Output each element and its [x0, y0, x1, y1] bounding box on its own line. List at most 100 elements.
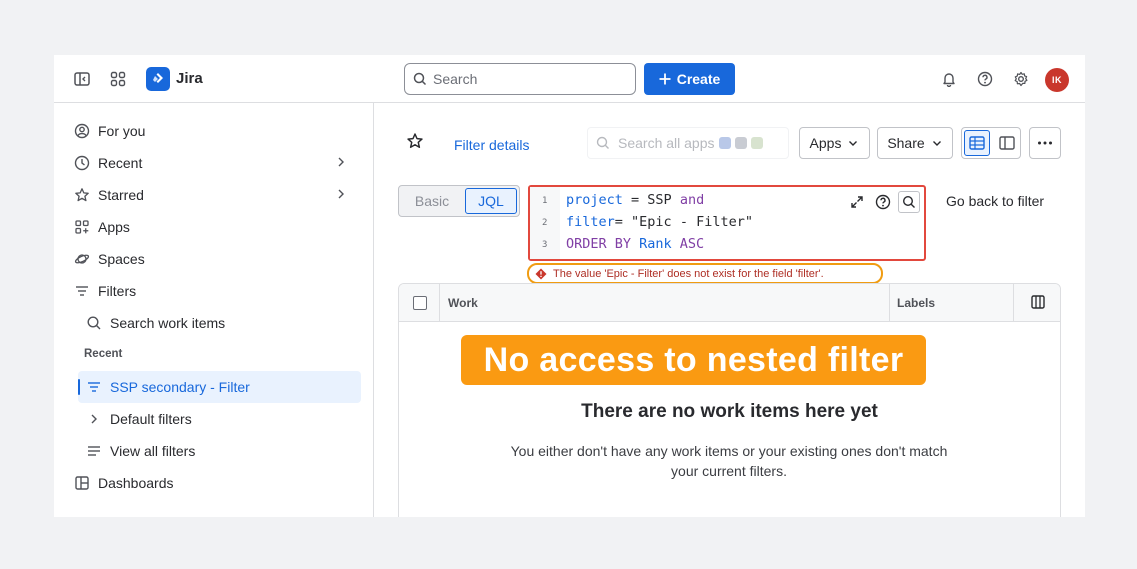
help-icon[interactable] — [872, 191, 894, 213]
column-header-work[interactable]: Work — [448, 296, 478, 310]
app-window: Jira Search Create IK For you Recent Sta… — [54, 55, 1085, 517]
expand-icon[interactable] — [846, 191, 868, 213]
jql-field: Rank — [639, 236, 680, 252]
search-icon — [596, 136, 609, 149]
search-icon — [413, 72, 427, 86]
create-button[interactable]: Create — [644, 63, 735, 95]
sidebar-item-for-you[interactable]: For you — [70, 115, 360, 147]
chevron-down-icon — [849, 141, 858, 146]
search-input[interactable]: Search — [404, 63, 636, 95]
code-line: filter= "Epic - Filter" — [566, 214, 753, 230]
sidebar-item-label: SSP secondary - Filter — [110, 379, 250, 395]
create-label: Create — [676, 71, 721, 87]
sidebar-item-default-filters[interactable]: Default filters — [82, 403, 360, 435]
sidebar-item-label: Spaces — [98, 251, 145, 267]
app-name[interactable]: Jira — [176, 70, 203, 87]
sidebar-item-label: For you — [98, 123, 146, 139]
sidebar-item-ssp-secondary-filter[interactable]: SSP secondary - Filter — [82, 371, 360, 403]
jql-keyword: and — [679, 192, 705, 208]
error-icon — [535, 268, 547, 279]
chevron-right-icon[interactable] — [82, 407, 106, 431]
recent-filters-heading: Recent — [84, 348, 123, 360]
jql-editor[interactable]: 1 2 3 project = SSP and filter= "Epic - … — [528, 185, 926, 261]
confluence-app-icon — [718, 137, 731, 149]
github-app-icon — [734, 137, 747, 149]
jql-operator: = — [614, 214, 632, 230]
app-switcher-icon[interactable] — [104, 65, 132, 93]
sidebar-item-view-all-filters[interactable]: View all filters — [82, 435, 360, 467]
sidebar-item-search-work-items[interactable]: Search work items — [82, 307, 360, 339]
column-header-labels[interactable]: Labels — [897, 296, 935, 310]
sidebar-item-dashboards[interactable]: Dashboards — [70, 467, 360, 499]
chevron-down-icon — [932, 141, 941, 146]
bell-icon[interactable] — [935, 65, 963, 93]
filter-icon — [82, 375, 106, 399]
sidebar-toggle-icon[interactable] — [68, 65, 96, 93]
jql-field: filter — [566, 214, 615, 230]
jql-value: SSP — [647, 192, 680, 208]
jql-operator: = — [622, 192, 648, 208]
sidebar-item-apps[interactable]: Apps — [70, 211, 360, 243]
sidebar-item-filters[interactable]: Filters — [70, 275, 360, 307]
sidebar: For you Recent Starred Apps Spaces Filte… — [54, 103, 374, 517]
apps-dropdown-button[interactable]: Apps — [799, 127, 870, 159]
empty-state-description: You either don't have any work items or … — [510, 443, 948, 479]
plus-icon — [659, 73, 671, 85]
apps-button-label: Apps — [809, 135, 842, 151]
share-button[interactable]: Share — [877, 127, 953, 159]
column-divider — [1013, 284, 1014, 322]
sidebar-item-starred[interactable]: Starred — [70, 179, 360, 211]
jql-keyword: ASC — [679, 236, 705, 252]
sidebar-item-label: View all filters — [110, 443, 196, 459]
jql-value: "Epic - Filter" — [631, 214, 753, 230]
dashboard-icon — [70, 471, 94, 495]
sidebar-item-spaces[interactable]: Spaces — [70, 243, 360, 275]
empty-state-title: There are no work items here yet — [581, 401, 878, 422]
filter-details-link[interactable]: Filter details — [454, 137, 529, 153]
star-filter-icon[interactable] — [406, 132, 424, 153]
filter-icon — [70, 279, 94, 303]
jql-mode-tab[interactable]: JQL — [465, 188, 517, 214]
jira-logo-icon[interactable] — [146, 67, 170, 91]
column-divider — [439, 284, 440, 322]
go-back-to-filter-link[interactable]: Go back to filter — [946, 193, 1044, 209]
apps-search-input[interactable]: Search all apps — [587, 127, 789, 159]
search-icon — [82, 311, 106, 335]
user-circle-icon — [70, 119, 94, 143]
code-line: project = SSP and — [566, 192, 704, 208]
chevron-right-icon[interactable] — [334, 155, 348, 172]
line-number: 2 — [542, 218, 548, 228]
column-divider — [889, 284, 890, 322]
jql-keyword: ORDER BY — [566, 236, 640, 252]
sidebar-item-label: Starred — [98, 187, 144, 203]
share-button-label: Share — [887, 135, 925, 151]
drive-app-icon — [750, 137, 763, 149]
line-number: 3 — [542, 240, 548, 250]
view-toggle — [961, 127, 1021, 159]
more-options-icon[interactable] — [1029, 127, 1061, 159]
select-all-checkbox[interactable] — [413, 296, 427, 310]
jql-field: project — [566, 192, 623, 208]
sidebar-item-label: Recent — [98, 155, 143, 171]
sidebar-item-recent[interactable]: Recent — [70, 147, 360, 179]
chevron-right-icon[interactable] — [334, 187, 348, 204]
code-line: ORDER BY Rank ASC — [566, 236, 704, 252]
gear-icon[interactable] — [1007, 65, 1035, 93]
run-search-icon[interactable] — [898, 191, 920, 213]
clock-icon — [70, 151, 94, 175]
help-icon[interactable] — [971, 65, 999, 93]
search-placeholder: Search — [433, 71, 478, 87]
apps-search-placeholder: Search all apps — [618, 135, 715, 151]
detail-view-icon[interactable] — [994, 130, 1020, 156]
list-view-icon[interactable] — [964, 130, 990, 156]
active-indicator — [78, 379, 80, 395]
annotation-banner: No access to nested filter — [461, 335, 926, 385]
apps-icon — [70, 215, 94, 239]
sidebar-item-label: Default filters — [110, 411, 192, 427]
sidebar-item-label: Dashboards — [98, 475, 174, 491]
basic-mode-tab[interactable]: Basic — [401, 188, 463, 214]
sidebar-item-label: Filters — [98, 283, 137, 299]
avatar[interactable]: IK — [1045, 68, 1069, 92]
column-settings-icon[interactable] — [1031, 295, 1045, 312]
table-header: Work Labels — [399, 284, 1060, 322]
